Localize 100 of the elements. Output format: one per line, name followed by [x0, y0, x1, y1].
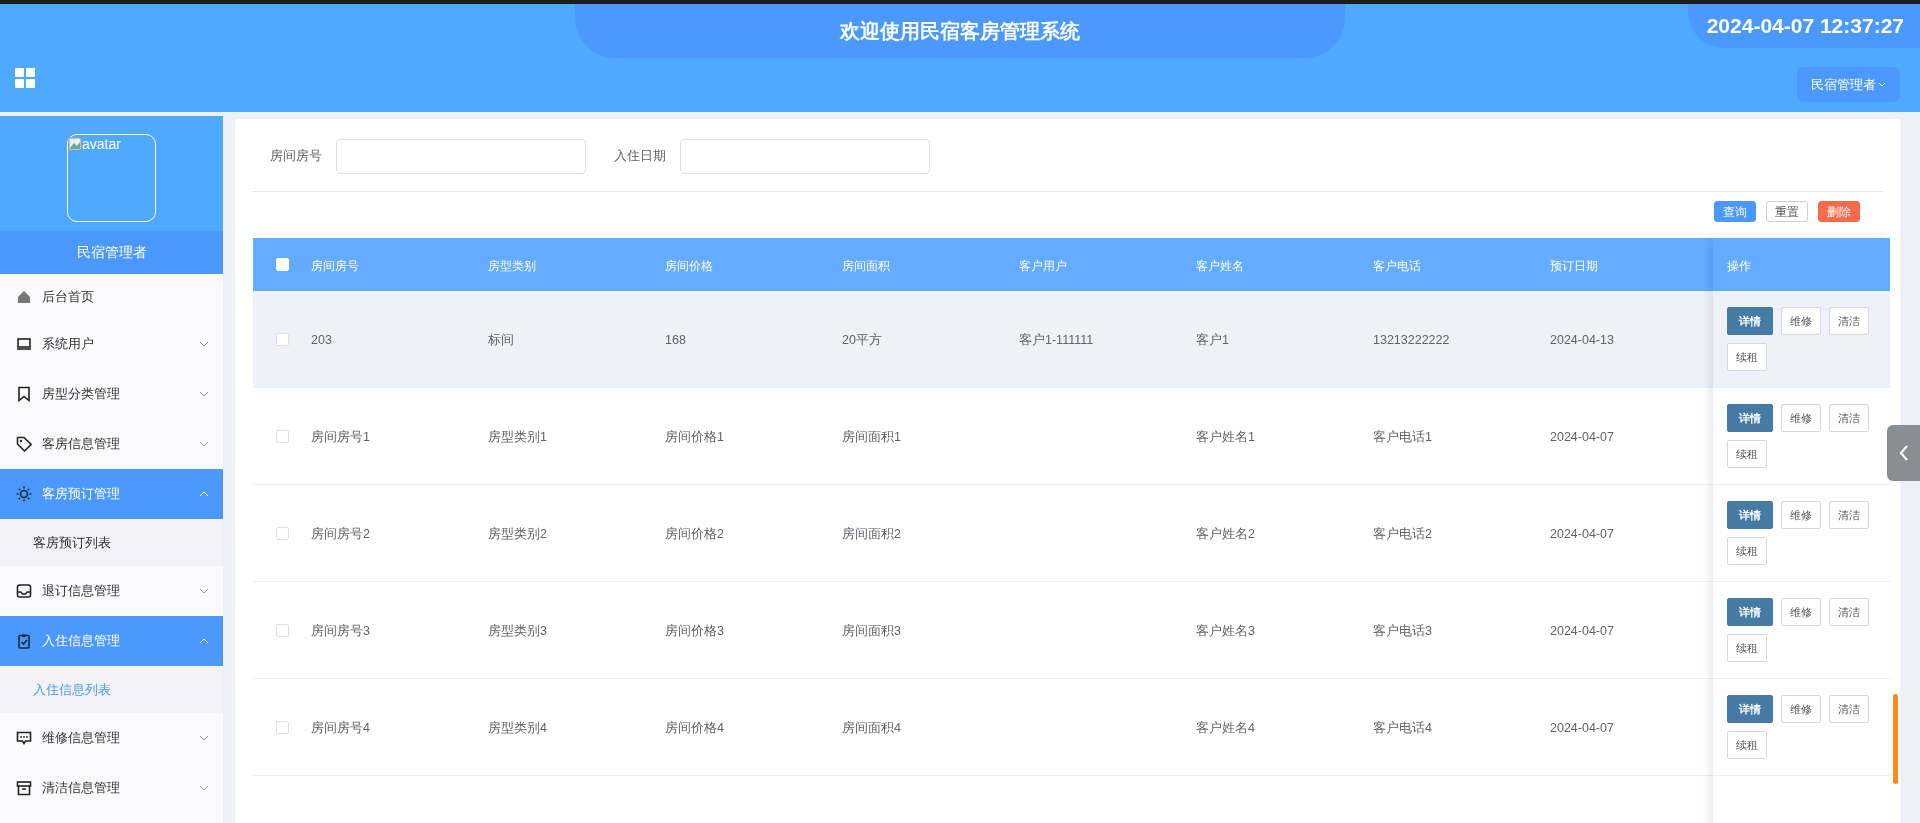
- input-field[interactable]: [680, 138, 930, 174]
- column-header: 房间房号: [311, 258, 359, 273]
- field-label: 房间房号: [270, 147, 322, 166]
- row-action-button[interactable]: 清洁: [1829, 695, 1869, 723]
- column-header: 房间面积: [842, 258, 890, 273]
- table-cell: 房型类别3: [488, 624, 547, 638]
- table-cell: 客户1: [1196, 333, 1229, 347]
- checkbox[interactable]: [275, 623, 289, 637]
- menu-item[interactable]: 系统用户: [0, 319, 223, 369]
- table-cell: 客户1-111111: [1019, 333, 1094, 347]
- row-action-button[interactable]: 详情: [1727, 307, 1773, 335]
- table-cell: 标间: [488, 333, 514, 347]
- table-cell: 客户姓名4: [1196, 721, 1255, 735]
- row-action-button[interactable]: 详情: [1727, 695, 1773, 723]
- sun-icon: [16, 486, 32, 502]
- row-action-button[interactable]: 详情: [1727, 501, 1773, 529]
- row-action-button[interactable]: 清洁: [1829, 501, 1869, 529]
- table-cell: 客户姓名3: [1196, 624, 1255, 638]
- user-name: 民宿管理者: [0, 231, 223, 274]
- table-cell: 房间价格2: [665, 527, 724, 541]
- table-cell: 房间面积1: [842, 430, 901, 444]
- app-title: 欢迎使用民宿客房管理系统: [575, 4, 1345, 58]
- tag-icon: [16, 436, 32, 452]
- broken-image-icon: [68, 137, 82, 151]
- table-cell: 房间房号4: [311, 721, 370, 735]
- table-cell: 房型类别4: [488, 721, 547, 735]
- menu-item[interactable]: 退订信息管理: [0, 566, 223, 616]
- submenu-item[interactable]: 客房预订列表: [0, 519, 223, 566]
- row-action-button[interactable]: 维修: [1781, 501, 1821, 529]
- table-cell: 20平方: [842, 333, 882, 347]
- chat-bubble-icon: [16, 730, 32, 746]
- table-cell: 房间面积2: [842, 527, 901, 541]
- collapse-tab[interactable]: [1887, 425, 1920, 481]
- table-cell: 2024-04-13: [1550, 333, 1614, 347]
- table-cell: 2024-04-07: [1550, 430, 1614, 444]
- row-action-button[interactable]: 维修: [1781, 598, 1821, 626]
- table-cell: 房间面积3: [842, 624, 901, 638]
- column-header: 操作: [1727, 258, 1751, 273]
- row-action-button[interactable]: 清洁: [1829, 404, 1869, 432]
- table-cell: 2024-04-07: [1550, 527, 1614, 541]
- chevron-down-icon: [1878, 81, 1886, 88]
- checkbox[interactable]: [275, 720, 289, 734]
- table-cell: 客户电话2: [1373, 527, 1432, 541]
- row-action-button[interactable]: 续租: [1727, 634, 1767, 662]
- action-button[interactable]: 重置: [1766, 201, 1808, 222]
- row-action-button[interactable]: 详情: [1727, 404, 1773, 432]
- date-time: 2024-04-07 12:37:27: [1688, 4, 1920, 48]
- row-action-button[interactable]: 维修: [1781, 307, 1821, 335]
- checkbox[interactable]: [275, 526, 289, 540]
- row-action-button[interactable]: 续租: [1727, 343, 1767, 371]
- home-icon: [16, 288, 32, 305]
- checkbox[interactable]: [275, 429, 289, 443]
- menu-item[interactable]: 客房信息管理: [0, 419, 223, 469]
- row-action-button[interactable]: 清洁: [1829, 598, 1869, 626]
- table-cell: 房型类别1: [488, 430, 547, 444]
- menu-item[interactable]: 维修信息管理: [0, 713, 223, 763]
- row-action-button[interactable]: 续租: [1727, 731, 1767, 759]
- table-row[interactable]: 203 标间 168 20平方 客户1-111111 客户1 13213222222 2024-04-13 详情 维修 清洁 续租: [253, 291, 1890, 388]
- table-cell: 房间价格1: [665, 430, 724, 444]
- column-header: 客户电话: [1373, 258, 1421, 273]
- table-cell: 2024-04-07: [1550, 624, 1614, 638]
- table-cell: 13213222222: [1373, 333, 1450, 347]
- archive-box-icon: [16, 780, 32, 796]
- table-cell: 房间房号3: [311, 624, 370, 638]
- column-header: 客户用户: [1019, 258, 1067, 273]
- bookmark-icon: [16, 386, 32, 402]
- table-cell: 房间价格3: [665, 624, 724, 638]
- table-cell: 客户姓名1: [1196, 430, 1255, 444]
- row-action-button[interactable]: 维修: [1781, 695, 1821, 723]
- table-cell: 房间价格4: [665, 721, 724, 735]
- field-label: 入住日期: [614, 147, 666, 166]
- row-action-button[interactable]: 详情: [1727, 598, 1773, 626]
- table-cell: 房间房号1: [311, 430, 370, 444]
- input-field[interactable]: [336, 138, 586, 174]
- grid-menu-icon[interactable]: [15, 68, 35, 88]
- table-cell: 房间房号2: [311, 527, 370, 541]
- column-header: 预订日期: [1550, 258, 1598, 273]
- laptop-icon: [16, 336, 32, 352]
- table-cell: 客户电话3: [1373, 624, 1432, 638]
- column-header: 房型类别: [488, 258, 536, 273]
- checkbox[interactable]: [275, 332, 289, 346]
- inbox-icon: [16, 583, 32, 599]
- column-header: 房间价格: [665, 258, 713, 273]
- table-cell: 客户电话1: [1373, 430, 1432, 444]
- scrollbar-thumb[interactable]: [1893, 694, 1898, 784]
- table-cell: 203: [311, 333, 332, 347]
- table-cell: 客户姓名2: [1196, 527, 1255, 541]
- table-cell: 房型类别2: [488, 527, 547, 541]
- table-cell: 2024-04-07: [1550, 721, 1614, 735]
- row-action-button[interactable]: 续租: [1727, 440, 1767, 468]
- clipboard-check-icon: [16, 633, 32, 649]
- menu-item[interactable]: 房型分类管理: [0, 369, 223, 419]
- row-action-button[interactable]: 维修: [1781, 404, 1821, 432]
- avatar-alt-text: avatar: [82, 135, 121, 153]
- table-cell: 房间面积4: [842, 721, 901, 735]
- column-header: 客户姓名: [1196, 258, 1244, 273]
- row-action-button[interactable]: 清洁: [1829, 307, 1869, 335]
- menu-item[interactable]: 清洁信息管理: [0, 763, 223, 813]
- row-action-button[interactable]: 续租: [1727, 537, 1767, 565]
- menu-item[interactable]: 后台首页: [0, 274, 223, 319]
